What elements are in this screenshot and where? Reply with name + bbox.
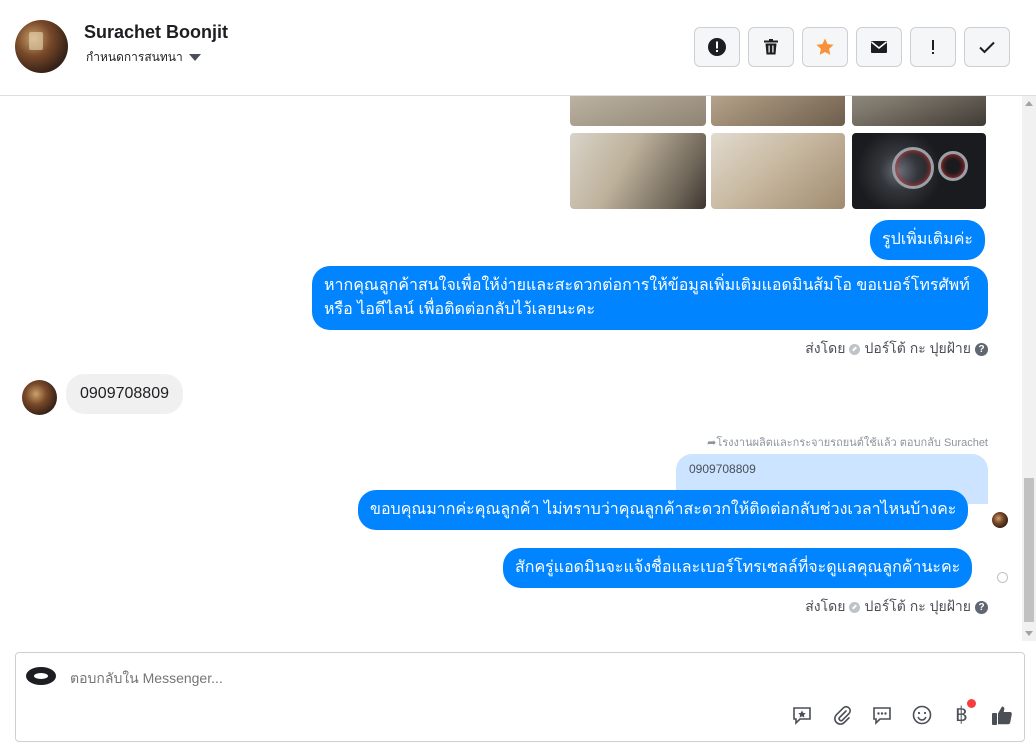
incoming-message[interactable]: 0909708809: [66, 374, 183, 414]
mark-unread-button[interactable]: [856, 27, 902, 67]
car-photo[interactable]: [570, 96, 706, 126]
payment-button[interactable]: ฿: [950, 699, 976, 726]
car-photo[interactable]: [852, 133, 986, 209]
scroll-thumb[interactable]: [1024, 478, 1034, 622]
attach-file-button[interactable]: [830, 703, 853, 726]
quick-reply-icon: [872, 706, 891, 725]
outgoing-message[interactable]: หากคุณลูกค้าสนใจเพื่อให้ง่ายและสะดวกต่อก…: [312, 266, 988, 330]
quick-reply-button[interactable]: [870, 703, 893, 726]
delivered-check-icon: [997, 572, 1008, 583]
car-photo[interactable]: [711, 96, 845, 126]
follow-up-button[interactable]: [910, 27, 956, 67]
saved-reply-icon: [792, 706, 811, 725]
composer-tools: ฿: [790, 699, 1013, 726]
help-icon[interactable]: ?: [975, 600, 988, 614]
scroll-down-arrow[interactable]: [1025, 631, 1033, 636]
sent-by-name: ปอร์โต้ กะ ปุยฝ้าย: [864, 598, 971, 614]
sent-by-name: ปอร์โต้ กะ ปุยฝ้าย: [864, 340, 971, 356]
gauge-decoration: [938, 151, 968, 181]
reply-composer: ฿: [15, 652, 1025, 742]
sent-by-prefix: ส่งโดย: [805, 598, 846, 614]
like-icon: [991, 706, 1012, 725]
outgoing-message[interactable]: สักครู่แอดมินจะแจ้งชื่อและเบอร์โทรเซลล์ท…: [503, 548, 973, 588]
caret-down-icon: [188, 54, 201, 61]
gauge-decoration: [892, 147, 934, 189]
contact-avatar[interactable]: [15, 20, 68, 73]
car-photo[interactable]: [570, 133, 706, 209]
scroll-up-arrow[interactable]: [1025, 101, 1033, 106]
outgoing-message[interactable]: รูปเพิ่มเติมค่ะ: [870, 220, 986, 260]
notification-dot: [967, 699, 976, 708]
saved-reply-button[interactable]: [790, 703, 813, 726]
page-check-icon: [849, 343, 861, 355]
emoji-icon: [912, 705, 931, 724]
contact-avatar-small[interactable]: [22, 380, 57, 415]
paperclip-icon: [833, 705, 851, 725]
payment-baht-icon: ฿: [955, 704, 968, 726]
alert-circle-icon: [708, 38, 726, 56]
seen-avatar: [992, 512, 1008, 528]
sent-by-line: ส่งโดย ปอร์โต้ กะ ปุยฝ้าย ?: [805, 338, 988, 360]
car-photo[interactable]: [711, 133, 845, 209]
message-thread[interactable]: รูปเพิ่มเติมค่ะ หากคุณลูกค้าสนใจเพื่อให้…: [0, 96, 1036, 641]
reply-input[interactable]: [70, 670, 770, 686]
star-button[interactable]: [802, 27, 848, 67]
emoji-button[interactable]: [910, 703, 933, 726]
reply-context-text: โรงงานผลิตและกระจายรถยนต์ใช้แล้ว ตอบกลับ…: [716, 437, 988, 449]
mark-done-button[interactable]: [964, 27, 1010, 67]
envelope-icon: [871, 41, 887, 53]
reply-context-note: ➦โรงงานผลิตและกระจายรถยนต์ใช้แล้ว ตอบกลั…: [707, 433, 988, 451]
conversation-header: Surachet Boonjit กำหนดการสนทนา: [0, 0, 1036, 96]
outgoing-message[interactable]: ขอบคุณมากค่ะคุณลูกค้า ไม่ทราบว่าคุณลูกค้…: [358, 490, 969, 530]
reply-arrow-icon: ➦: [707, 437, 717, 449]
sent-by-line: ส่งโดย ปอร์โต้ กะ ปุยฝ้าย ?: [805, 596, 988, 618]
thread-scrollbar[interactable]: [1022, 96, 1036, 641]
assign-conversation-label: กำหนดการสนทนา: [86, 50, 183, 64]
car-photo[interactable]: [852, 96, 986, 126]
delete-button[interactable]: [748, 27, 794, 67]
assign-conversation-dropdown[interactable]: กำหนดการสนทนา: [86, 48, 201, 67]
help-icon[interactable]: ?: [975, 342, 988, 356]
page-check-icon: [849, 601, 861, 613]
contact-name[interactable]: Surachet Boonjit: [84, 22, 228, 43]
mark-spam-button[interactable]: [694, 27, 740, 67]
like-button[interactable]: [990, 703, 1013, 726]
star-icon: [816, 38, 834, 55]
page-logo: [26, 667, 56, 685]
checkmark-icon: [979, 41, 995, 54]
exclamation-icon: [932, 40, 934, 54]
trash-icon: [764, 39, 778, 55]
sent-by-prefix: ส่งโดย: [805, 340, 846, 356]
header-actions: [694, 27, 1010, 67]
messenger-conversation-view: Surachet Boonjit กำหนดการสนทนา รูปเพิ่มเ…: [0, 0, 1036, 743]
